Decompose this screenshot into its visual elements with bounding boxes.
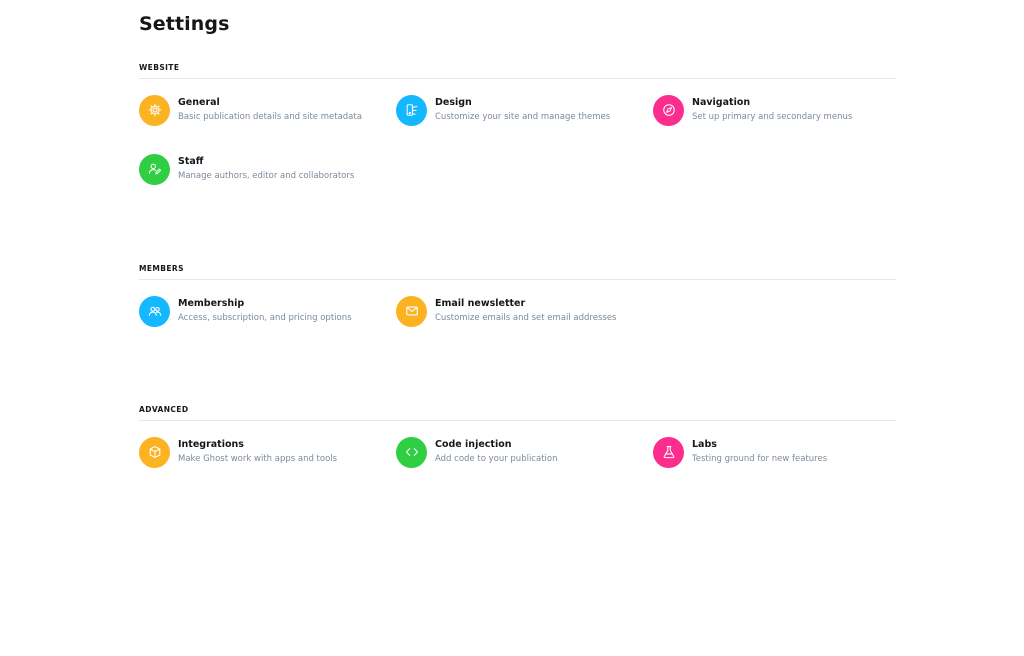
- item-title: Email newsletter: [435, 298, 526, 309]
- settings-item-integrations[interactable]: Integrations Make Ghost work with apps a…: [139, 436, 389, 468]
- user-edit-icon: [139, 153, 170, 185]
- item-title: Design: [435, 97, 472, 108]
- item-title: Code injection: [435, 439, 512, 450]
- section-title: Advanced: [139, 405, 189, 414]
- compass-icon: [653, 94, 684, 126]
- item-title: Navigation: [692, 97, 751, 108]
- section-divider: [139, 420, 896, 421]
- settings-item-email-newsletter[interactable]: Email newsletter Customize emails and se…: [396, 295, 646, 327]
- item-description: Access, subscription, and pricing option…: [178, 313, 352, 323]
- item-title: Staff: [178, 156, 204, 167]
- item-title: Labs: [692, 439, 717, 450]
- item-description: Basic publication details and site metad…: [178, 112, 362, 122]
- settings-item-design[interactable]: Design Customize your site and manage th…: [396, 94, 646, 126]
- paintbrush-icon: [396, 94, 427, 126]
- item-description: Manage authors, editor and collaborators: [178, 171, 355, 181]
- advanced-section: Advanced Integrations Make Ghost work wi…: [139, 404, 896, 468]
- item-description: Customize your site and manage themes: [435, 112, 611, 122]
- code-icon: [396, 436, 427, 468]
- box-icon: [139, 436, 170, 468]
- settings-item-general[interactable]: General Basic publication details and si…: [139, 94, 389, 126]
- section-title: Members: [139, 264, 184, 273]
- section-title: Website: [139, 63, 180, 72]
- settings-item-labs[interactable]: Labs Testing ground for new features: [653, 436, 903, 468]
- flask-icon: [653, 436, 684, 468]
- settings-item-membership[interactable]: Membership Access, subscription, and pri…: [139, 295, 389, 327]
- item-description: Customize emails and set email addresses: [435, 313, 617, 323]
- settings-item-code-injection[interactable]: Code injection Add code to your publicat…: [396, 436, 646, 468]
- section-divider: [139, 78, 896, 79]
- item-description: Make Ghost work with apps and tools: [178, 454, 338, 464]
- users-icon: [139, 295, 170, 327]
- item-title: General: [178, 97, 220, 108]
- settings-item-staff[interactable]: Staff Manage authors, editor and collabo…: [139, 153, 389, 185]
- section-divider: [139, 279, 896, 280]
- members-section: Members Membership Access, subscription,…: [139, 263, 896, 327]
- item-title: Integrations: [178, 439, 244, 450]
- envelope-icon: [396, 295, 427, 327]
- gear-icon: [139, 94, 170, 126]
- website-section: Website General Basic publication detail…: [139, 62, 896, 185]
- item-description: Add code to your publication: [435, 454, 558, 464]
- item-description: Testing ground for new features: [692, 454, 828, 464]
- item-description: Set up primary and secondary menus: [692, 112, 853, 122]
- item-title: Membership: [178, 298, 245, 309]
- page-title: Settings: [139, 13, 230, 35]
- settings-item-navigation[interactable]: Navigation Set up primary and secondary …: [653, 94, 903, 126]
